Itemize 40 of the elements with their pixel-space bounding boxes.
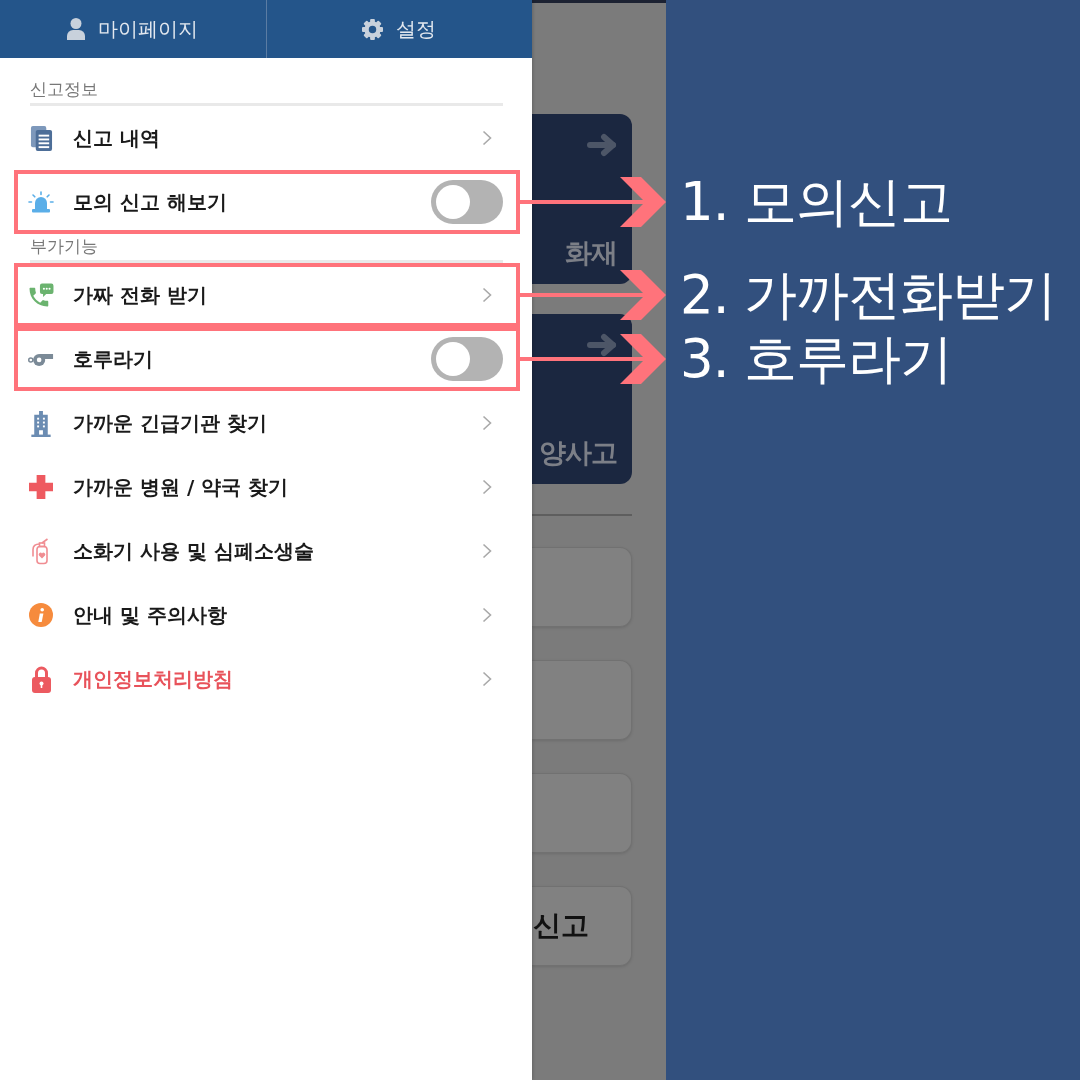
toggle-switch[interactable]	[431, 337, 503, 381]
section-title: 신고정보	[30, 79, 98, 100]
chevron-right-icon	[482, 479, 492, 495]
fire-extinguisher-icon	[31, 537, 51, 565]
callout-label: 1. 모의신고	[680, 172, 953, 232]
chevron-right-icon	[482, 287, 492, 303]
dimmed-app-tile: 신고	[532, 886, 632, 966]
chevron-right-icon	[482, 415, 492, 431]
whistle-icon	[28, 351, 54, 367]
building-icon	[30, 409, 52, 437]
menu-label: 모의 신고 해보기	[73, 188, 227, 216]
callout-label: 2. 가까전화받기	[680, 265, 1057, 325]
menu-item[interactable]: 개인정보처리방침	[0, 647, 532, 711]
arrow-right-icon	[587, 133, 617, 157]
callout-label: 3. 호루라기	[680, 329, 953, 389]
siren-icon	[28, 191, 54, 213]
chevron-right-icon	[482, 543, 492, 559]
card-label: 양사고	[539, 438, 617, 468]
card-label: 화재	[565, 238, 617, 268]
settings-icon	[362, 18, 384, 40]
chevron-right-icon	[482, 607, 492, 623]
menu-item[interactable]: 안내 및 주의사항	[0, 583, 532, 647]
menu-label: 호루라기	[73, 345, 153, 373]
chevron-right-icon	[482, 130, 492, 146]
section-title: 부가기능	[30, 236, 98, 257]
menu-item[interactable]: 가까운 병원 / 약국 찾기	[0, 455, 532, 519]
menu-item[interactable]: 가짜 전화 받기	[0, 263, 532, 327]
menu-item[interactable]: 신고 내역	[0, 106, 532, 170]
header-button[interactable]: 마이페이지	[0, 0, 266, 58]
info-icon	[29, 603, 53, 627]
lock-icon	[30, 665, 52, 693]
person-icon	[67, 18, 86, 40]
menu-item[interactable]: 가까운 긴급기관 찾기	[0, 391, 532, 455]
documents-icon	[29, 124, 53, 152]
menu-item[interactable]: 소화기 사용 및 심폐소생술	[0, 519, 532, 583]
chevron-right-icon	[482, 671, 492, 687]
phone-chat-icon	[28, 283, 54, 307]
arrow-right-icon	[587, 333, 617, 357]
medical-cross-icon	[29, 475, 53, 499]
toggle-switch[interactable]	[431, 180, 503, 224]
